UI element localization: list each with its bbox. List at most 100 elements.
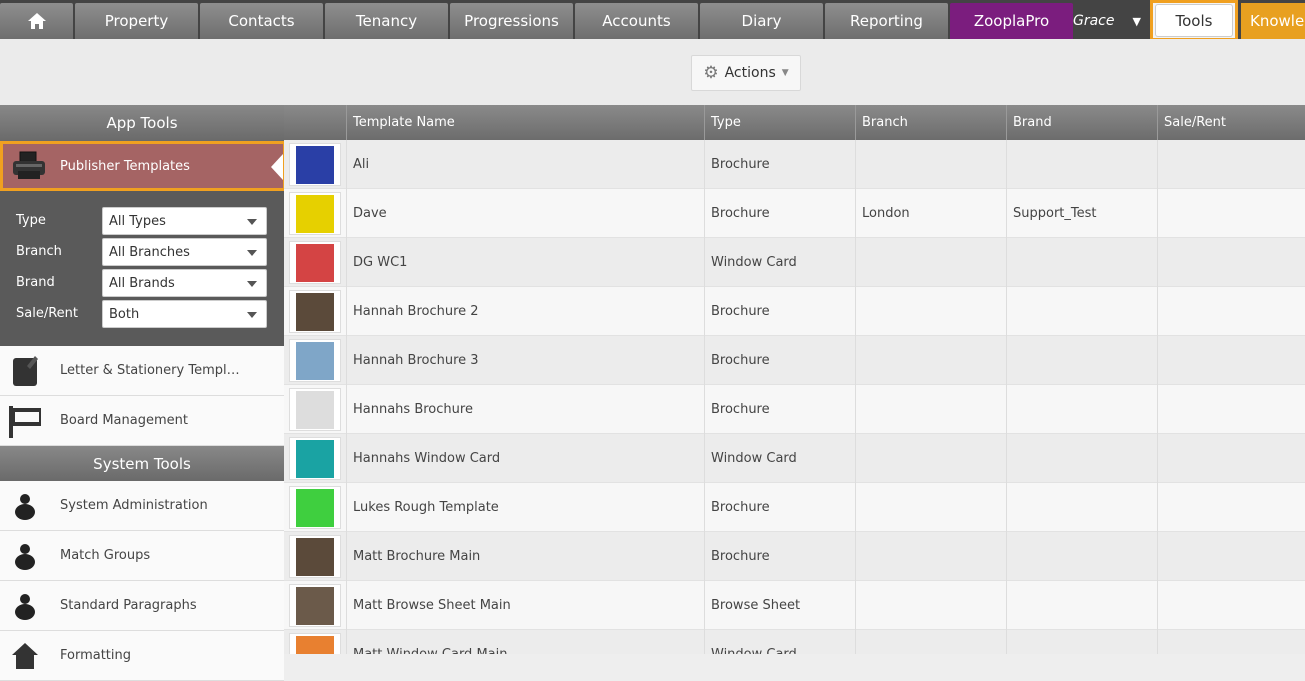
thumbnail-image (296, 341, 334, 380)
board-icon (0, 396, 50, 446)
tab-label: Reporting (850, 12, 923, 30)
table-row[interactable]: Ali Brochure (284, 140, 1305, 189)
tab-label: Tenancy (355, 12, 418, 30)
table-header: Template Name Type Branch Brand Sale/Ren… (284, 105, 1305, 140)
tab-label: Knowledge (1250, 12, 1305, 30)
person-icon (0, 481, 50, 531)
tab-reporting[interactable]: Reporting (825, 3, 948, 39)
table-row[interactable]: Hannah Brochure 3 Brochure (284, 336, 1305, 385)
brand-select[interactable]: All Brands (102, 269, 267, 297)
tab-label: Tools (1175, 11, 1213, 30)
filter-panel: Type All Types Branch All Branches Brand… (0, 191, 284, 346)
table-row[interactable]: Matt Window Card MainWindow Card (284, 630, 1305, 654)
cell-branch (855, 581, 1006, 630)
selected-indicator (271, 154, 283, 180)
filter-brand: Brand All Brands (0, 269, 284, 297)
tab-progressions[interactable]: Progressions (450, 3, 573, 39)
branch-select[interactable]: All Branches (102, 238, 267, 266)
sidebar-item-label: Standard Paragraphs (60, 598, 197, 613)
table-row[interactable]: DG WC1 Window Card (284, 238, 1305, 287)
cell-name: Hannah Brochure 2 (346, 287, 704, 336)
table-row[interactable]: Hannahs Brochure Brochure (284, 385, 1305, 434)
table-row[interactable]: Dave Brochure London Support_Test (284, 189, 1305, 238)
tab-label: Accounts (602, 12, 671, 30)
user-name: Grace (1073, 13, 1115, 29)
toolbar: ⚙ Actions ▼ (0, 39, 1305, 105)
tab-diary[interactable]: Diary (700, 3, 823, 39)
cell-name: Hannah Brochure 3 (346, 336, 704, 385)
sidebar-item-label: Match Groups (60, 548, 151, 563)
table-row[interactable]: Matt Brochure Main Brochure (284, 532, 1305, 581)
cell-brand (1006, 532, 1157, 581)
tab-tools[interactable]: Tools (1150, 0, 1238, 41)
user-menu[interactable]: Grace ▼ (1073, 3, 1151, 39)
cell-brand (1006, 336, 1157, 385)
header-label: System Tools (93, 454, 191, 473)
home-button[interactable] (0, 3, 73, 39)
cell-name: Hannahs Window Card (346, 434, 704, 483)
template-thumbnail (289, 339, 341, 382)
template-thumbnail (289, 241, 341, 284)
home-icon (27, 13, 46, 29)
cell-type: Window Card (704, 238, 855, 287)
table-row[interactable]: Hannah Brochure 2 Brochure (284, 287, 1305, 336)
person-icon (0, 581, 50, 631)
tab-knowledge[interactable]: Knowledge (1241, 3, 1305, 39)
filter-type: Type All Types (0, 207, 284, 235)
tab-property[interactable]: Property (75, 3, 198, 39)
cell-type: Window Card (704, 630, 855, 654)
sidebar-item-letter-stationery[interactable]: Letter & Stationery Templa... (0, 346, 284, 396)
sidebar-item-board-management[interactable]: Board Management (0, 396, 284, 446)
thumbnail-image (296, 586, 334, 625)
tab-label: Progressions (464, 12, 559, 30)
tab-contacts[interactable]: Contacts (200, 3, 323, 39)
actions-button[interactable]: ⚙ Actions ▼ (691, 55, 801, 91)
template-thumbnail (289, 486, 341, 529)
type-select[interactable]: All Types (102, 207, 267, 235)
cell-type: Browse Sheet (704, 581, 855, 630)
table-row[interactable]: Hannahs Window Card Window Card (284, 434, 1305, 483)
cell-sale-rent (1157, 189, 1305, 238)
sidebar-item-publisher-templates[interactable]: Publisher Templates (0, 141, 286, 191)
tab-label: Contacts (228, 12, 295, 30)
table-row[interactable]: Matt Browse Sheet Main Browse Sheet (284, 581, 1305, 630)
chevron-down-icon: ▼ (1132, 14, 1141, 28)
column-header-branch[interactable]: Branch (855, 105, 1006, 140)
cell-brand (1006, 630, 1157, 654)
cell-branch (855, 238, 1006, 287)
cell-branch (855, 434, 1006, 483)
tab-accounts[interactable]: Accounts (575, 3, 698, 39)
cell-type: Brochure (704, 483, 855, 532)
cell-branch (855, 287, 1006, 336)
column-header-type[interactable]: Type (704, 105, 855, 140)
tab-tenancy[interactable]: Tenancy (325, 3, 448, 39)
sidebar-item-formatting[interactable]: Formatting (0, 631, 284, 681)
sale-rent-select[interactable]: Both (102, 300, 267, 328)
column-header-template-name[interactable]: Template Name (346, 105, 704, 140)
cell-name: Matt Brochure Main (346, 532, 704, 581)
cell-name: Lukes Rough Template (346, 483, 704, 532)
thumbnail-image (296, 488, 334, 527)
sidebar-item-standard-paragraphs[interactable]: Standard Paragraphs (0, 581, 284, 631)
printer-icon (3, 144, 55, 188)
table-row[interactable]: Lukes Rough Template Brochure (284, 483, 1305, 532)
cell-branch: London (855, 189, 1006, 238)
cell-type: Window Card (704, 434, 855, 483)
cell-brand (1006, 385, 1157, 434)
header-label: Brand (1013, 115, 1052, 130)
sidebar-item-match-groups[interactable]: Match Groups (0, 531, 284, 581)
column-header-sale-rent[interactable]: Sale/Rent (1157, 105, 1305, 140)
template-thumbnail (289, 535, 341, 578)
cell-brand (1006, 287, 1157, 336)
sidebar-item-system-administration[interactable]: System Administration (0, 481, 284, 531)
cell-name: Ali (346, 140, 704, 189)
cell-sale-rent (1157, 385, 1305, 434)
header-label: Branch (862, 115, 908, 130)
letter-icon (0, 346, 50, 396)
select-value: All Branches (109, 244, 190, 260)
select-value: All Types (109, 213, 166, 229)
template-thumbnail (289, 192, 341, 235)
cell-brand (1006, 434, 1157, 483)
tab-zooplapro[interactable]: ZooplaPro (950, 3, 1073, 39)
column-header-brand[interactable]: Brand (1006, 105, 1157, 140)
